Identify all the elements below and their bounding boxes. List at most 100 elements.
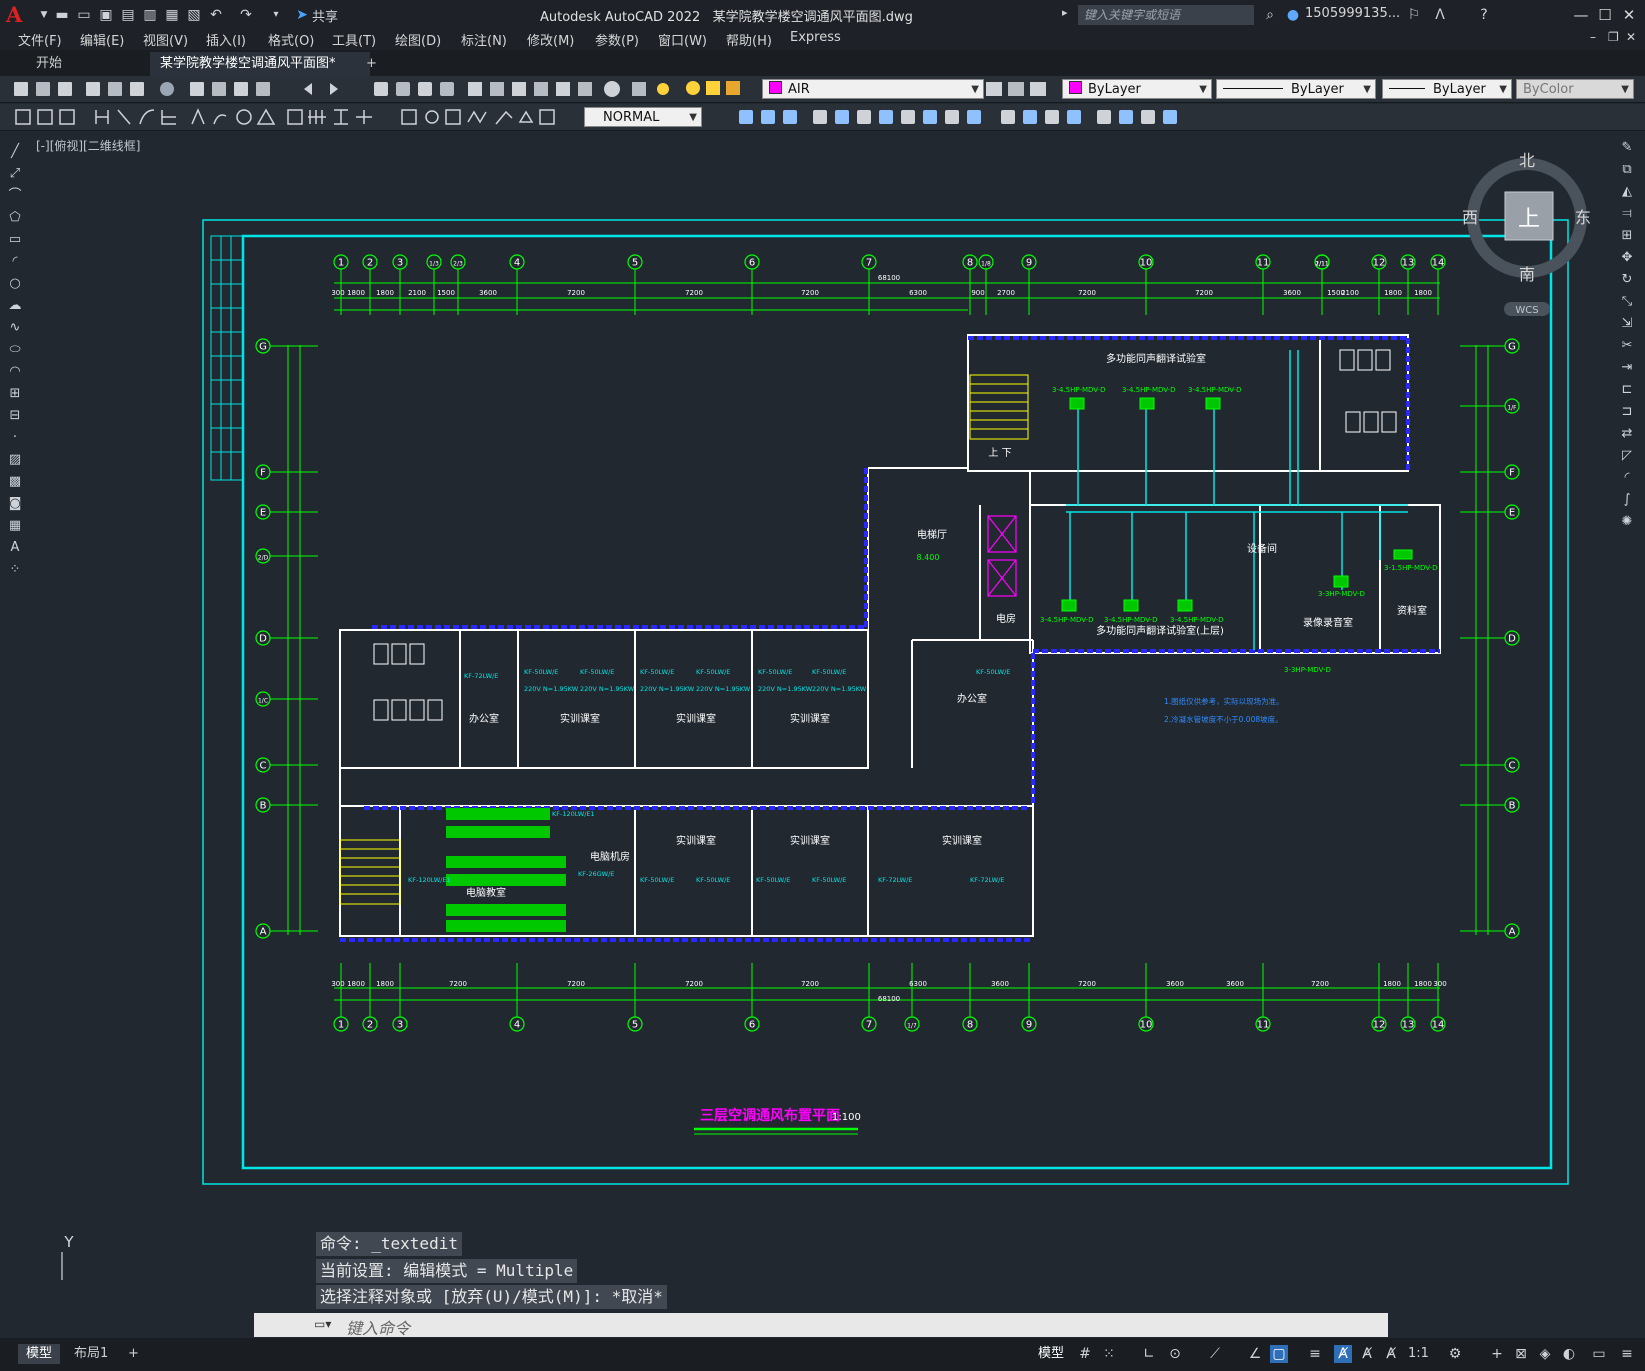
spline-icon[interactable]: ∿ xyxy=(7,320,23,336)
copy-icon[interactable]: ⧉ xyxy=(1619,162,1635,178)
ellipse-icon[interactable]: ⬭ xyxy=(7,342,23,358)
tab-start[interactable]: 开始 xyxy=(26,52,156,76)
erase-icon[interactable]: ✎ xyxy=(1619,140,1635,156)
menu-tools[interactable]: 工具(T) xyxy=(332,30,376,49)
a360-icon[interactable]: Ʌ xyxy=(1430,5,1450,25)
layer-tool-icons[interactable] xyxy=(986,76,1056,102)
menu-dimension[interactable]: 标注(N) xyxy=(461,30,507,49)
region-icon[interactable]: ◙ xyxy=(7,496,23,512)
doc-close-icon[interactable]: ✕ xyxy=(1626,30,1636,44)
customize-qa-icon[interactable]: ▾ xyxy=(266,5,286,25)
annotation-visibility-icon[interactable]: Ⱥ xyxy=(1334,1345,1352,1363)
object-snap-tracking-icon[interactable]: ∠ xyxy=(1246,1345,1264,1363)
circle-icon[interactable]: ○ xyxy=(7,276,23,292)
join-icon[interactable]: ⇄ xyxy=(1619,426,1635,442)
polygon-icon[interactable]: ⬠ xyxy=(7,210,23,226)
snap-icon[interactable]: ⁙ xyxy=(1100,1345,1118,1363)
break-icon[interactable]: ⊏ xyxy=(1619,382,1635,398)
auto-scale-icon[interactable]: Ⱥ xyxy=(1358,1345,1376,1363)
arc-icon[interactable]: ◜ xyxy=(7,254,23,270)
save-as-icon[interactable]: ▤ xyxy=(118,5,138,25)
menu-format[interactable]: 格式(O) xyxy=(268,30,314,49)
menu-insert[interactable]: 插入(I) xyxy=(206,30,246,49)
menu-modify[interactable]: 修改(M) xyxy=(527,30,574,49)
menu-parametric[interactable]: 参数(P) xyxy=(595,30,639,49)
autocad-logo-icon[interactable]: A xyxy=(6,2,28,27)
ortho-icon[interactable]: ∟ xyxy=(1140,1345,1158,1363)
tab-layout1[interactable]: 布局1 xyxy=(66,1344,116,1364)
linetype-dropdown[interactable]: ByLayer ▼ xyxy=(1216,79,1376,99)
polyline-icon[interactable]: ⌒ xyxy=(7,188,23,204)
help-icon[interactable]: ? xyxy=(1474,5,1494,25)
app-menu-arrow-icon[interactable]: ▼ xyxy=(34,5,54,25)
search-input[interactable]: 键入关键字或短语 xyxy=(1078,5,1254,25)
insert-block-icon[interactable]: ⊞ xyxy=(7,386,23,402)
ellipse-arc-icon[interactable]: ◠ xyxy=(7,364,23,380)
menu-edit[interactable]: 编辑(E) xyxy=(80,30,124,49)
object-snap-icon[interactable]: ▢ xyxy=(1270,1345,1288,1363)
make-block-icon[interactable]: ⊟ xyxy=(7,408,23,424)
menu-window[interactable]: 窗口(W) xyxy=(658,30,707,49)
menu-help[interactable]: 帮助(H) xyxy=(726,30,772,49)
lineweight-dropdown[interactable]: ByLayer ▼ xyxy=(1382,79,1512,99)
draw-tool-icons[interactable] xyxy=(4,104,579,130)
hardware-accel-icon[interactable]: ◐ xyxy=(1560,1345,1578,1363)
plot-icon[interactable]: ▧ xyxy=(184,5,204,25)
hatch-icon[interactable]: ▨ xyxy=(7,452,23,468)
isodraft-icon[interactable]: ⟋ xyxy=(1206,1345,1224,1363)
menu-view[interactable]: 视图(V) xyxy=(143,30,188,49)
standard-tool-icons[interactable] xyxy=(4,76,679,102)
gradient-icon[interactable]: ▩ xyxy=(7,474,23,490)
rotate-icon[interactable]: ↻ xyxy=(1619,272,1635,288)
menu-express[interactable]: Express xyxy=(790,30,841,45)
doc-minimize-icon[interactable]: – xyxy=(1590,30,1596,44)
isolate-objects-icon[interactable]: ◈ xyxy=(1536,1345,1554,1363)
viewcube[interactable]: 上 北 南 东 西 WCS xyxy=(1462,151,1591,316)
add-selected-icon[interactable]: ⁘ xyxy=(7,562,23,578)
plotstyle-dropdown[interactable]: ByColor ▼ xyxy=(1516,79,1634,99)
move-icon[interactable]: ✥ xyxy=(1619,250,1635,266)
annotation-scale-icon[interactable]: Ⱥ xyxy=(1382,1345,1400,1363)
open-file-icon[interactable]: ▭ xyxy=(74,5,94,25)
customize-status-icon[interactable]: ≡ xyxy=(1618,1345,1636,1363)
color-dropdown[interactable]: ByLayer ▼ xyxy=(1062,79,1212,99)
break-at-point-icon[interactable]: ⊐ xyxy=(1619,404,1635,420)
revcloud-icon[interactable]: ☁ xyxy=(7,298,23,314)
layer-on-icon[interactable] xyxy=(686,81,700,95)
export-icon[interactable]: ▥ xyxy=(140,5,160,25)
construction-line-icon[interactable]: ⤢ xyxy=(7,166,23,182)
explode-icon[interactable]: ✺ xyxy=(1619,514,1635,530)
search-icon[interactable]: ⌕ xyxy=(1260,5,1280,25)
add-layout-button[interactable]: + xyxy=(120,1344,147,1364)
share-button[interactable]: 共享 xyxy=(312,6,338,25)
mirror-icon[interactable]: ◭ xyxy=(1619,184,1635,200)
new-tab-button[interactable]: + xyxy=(356,52,387,76)
expand-arrow-icon[interactable]: ▸ xyxy=(1062,6,1068,19)
share-icon[interactable]: ➤ xyxy=(292,5,312,25)
units-icon[interactable]: ⊠ xyxy=(1512,1345,1530,1363)
minimize-icon[interactable]: — xyxy=(1570,4,1592,26)
modify-tool-icons[interactable] xyxy=(705,104,1205,130)
clean-screen-icon[interactable]: ▭ xyxy=(1590,1345,1608,1363)
user-icon[interactable]: ● xyxy=(1283,5,1303,25)
mtext-icon[interactable]: A xyxy=(7,540,23,556)
chamfer-icon[interactable]: ◸ xyxy=(1619,448,1635,464)
maximize-icon[interactable]: ☐ xyxy=(1594,4,1616,26)
fillet-icon[interactable]: ◜ xyxy=(1619,470,1635,486)
blend-icon[interactable]: ∫ xyxy=(1619,492,1635,508)
undo-icon[interactable]: ↶ xyxy=(206,5,226,25)
new-file-icon[interactable]: ▬ xyxy=(52,5,72,25)
redo-icon[interactable]: ↷ xyxy=(236,5,256,25)
drawing-canvas[interactable]: 1 2 3 1/3 2/3 4 5 6 7 8 1/8 9 10 11 1/112/11 12 13 14 123… xyxy=(30,130,1610,1280)
tab-document[interactable]: 某学院教学楼空调通风平面图* ✕ xyxy=(150,52,370,95)
layer-lock-icon[interactable] xyxy=(726,81,740,95)
offset-icon[interactable]: ⫤ xyxy=(1619,206,1635,222)
cart-icon[interactable]: ⚐ xyxy=(1404,5,1424,25)
workspace-gear-icon[interactable]: ⚙ xyxy=(1446,1345,1464,1363)
polar-icon[interactable]: ⊙ xyxy=(1166,1345,1184,1363)
annotation-monitor-icon[interactable]: + xyxy=(1488,1345,1506,1363)
layer-freeze-icon[interactable] xyxy=(706,81,720,95)
array-icon[interactable]: ⊞ xyxy=(1619,228,1635,244)
close-icon[interactable]: ✕ xyxy=(1618,4,1640,26)
rectangle-icon[interactable]: ▭ xyxy=(7,232,23,248)
